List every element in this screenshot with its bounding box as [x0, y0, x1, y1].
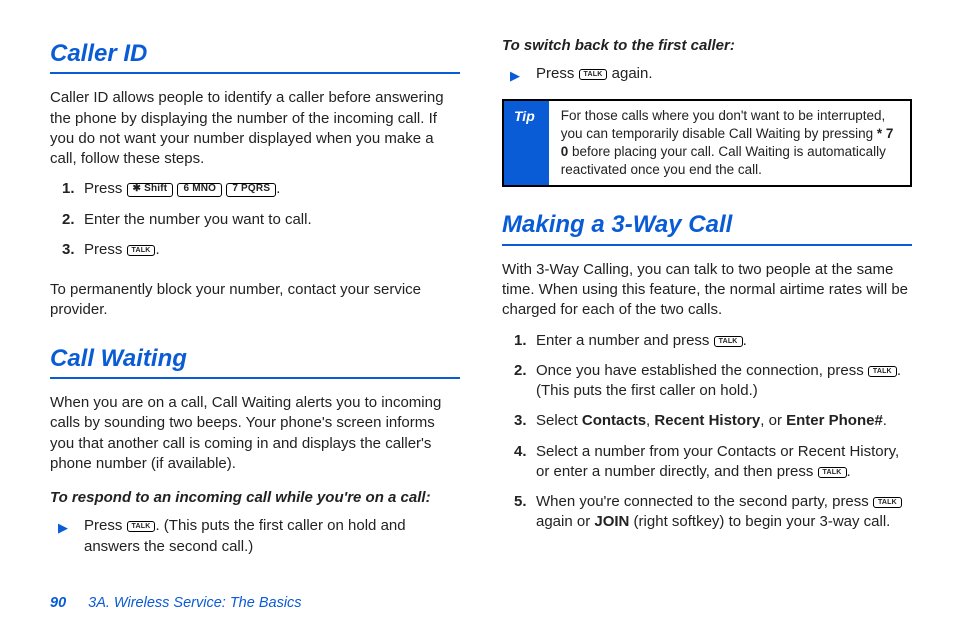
call-waiting-intro: When you are on a call, Call Waiting ale…: [50, 393, 460, 474]
key-talk-icon: TALK: [127, 245, 156, 256]
caller-id-intro: Caller ID allows people to identify a ca…: [50, 88, 460, 169]
arrow-icon: ▶: [58, 519, 68, 537]
step-text: Press: [84, 517, 127, 534]
step-text: Press: [84, 241, 127, 258]
caller-id-steps: Press ✱ Shift 6 MNO 7 PQRS. Enter the nu…: [66, 179, 460, 270]
step-text: (right softkey) to begin your 3-way call…: [629, 513, 890, 530]
tip-box: Tip For those calls where you don't want…: [502, 99, 912, 188]
key-7-icon: 7 PQRS: [226, 183, 276, 197]
tip-text-c: before placing your call. Call Waiting i…: [561, 144, 886, 177]
heading-caller-id: Caller ID: [50, 38, 460, 74]
step-text: Press: [536, 65, 579, 82]
step-text: .: [883, 412, 887, 429]
step-text: .: [155, 241, 159, 258]
subhead-respond: To respond to an incoming call while you…: [50, 488, 460, 508]
key-talk-icon: TALK: [714, 336, 743, 347]
opt-enterphone: Enter Phone#: [786, 412, 883, 429]
page-columns: Caller ID Caller ID allows people to ide…: [50, 32, 912, 572]
key-6-icon: 6 MNO: [177, 183, 222, 197]
threeway-steps: Enter a number and press TALK. Once you …: [518, 331, 912, 543]
list-item: Press ✱ Shift 6 MNO 7 PQRS.: [66, 179, 460, 199]
arrow-item-switch: ▶ Press TALK again.: [502, 64, 912, 84]
arrow-item-respond: ▶ Press TALK. (This puts the first calle…: [50, 516, 460, 557]
list-item: Press TALK.: [66, 240, 460, 260]
heading-call-waiting: Call Waiting: [50, 343, 460, 379]
page-footer: 90 3A. Wireless Service: The Basics: [50, 594, 302, 614]
step-text: .: [847, 463, 851, 480]
step-text: .: [743, 332, 747, 349]
step-text: Once you have established the connection…: [536, 362, 868, 379]
tip-text: For those calls where you don't want to …: [549, 101, 910, 186]
tip-text-a: For those calls where you don't want to …: [561, 108, 886, 141]
step-text: , or: [760, 412, 786, 429]
subhead-switch: To switch back to the first caller:: [502, 36, 912, 56]
list-item: When you're connected to the second part…: [518, 492, 912, 533]
step-text: Enter a number and press: [536, 332, 714, 349]
step-text: again or: [536, 513, 594, 530]
key-talk-icon: TALK: [579, 69, 608, 80]
step-text: .: [276, 180, 280, 197]
tip-label: Tip: [504, 101, 549, 186]
heading-3way: Making a 3-Way Call: [502, 209, 912, 245]
key-talk-icon: TALK: [868, 366, 897, 377]
list-item: Select a number from your Contacts or Re…: [518, 442, 912, 483]
list-item: Enter the number you want to call.: [66, 210, 460, 230]
opt-contacts: Contacts: [582, 412, 646, 429]
key-star-icon: ✱ Shift: [127, 183, 174, 197]
key-talk-icon: TALK: [818, 467, 847, 478]
list-item: Enter a number and press TALK.: [518, 331, 912, 351]
list-item: Once you have established the connection…: [518, 361, 912, 402]
caller-id-note: To permanently block your number, contac…: [50, 280, 460, 321]
page-number: 90: [50, 595, 66, 611]
step-text: When you're connected to the second part…: [536, 493, 873, 510]
step-text: Press: [84, 180, 127, 197]
step-text: again.: [607, 65, 652, 82]
key-talk-icon: TALK: [873, 497, 902, 508]
right-column: To switch back to the first caller: ▶ Pr…: [502, 32, 912, 572]
list-item: Select Contacts, Recent History, or Ente…: [518, 411, 912, 431]
arrow-icon: ▶: [510, 67, 520, 85]
opt-join: JOIN: [594, 513, 629, 530]
threeway-intro: With 3-Way Calling, you can talk to two …: [502, 260, 912, 321]
key-talk-icon: TALK: [127, 521, 156, 532]
footer-title: 3A. Wireless Service: The Basics: [88, 595, 301, 611]
opt-recent: Recent History: [654, 412, 760, 429]
step-text: Select: [536, 412, 582, 429]
left-column: Caller ID Caller ID allows people to ide…: [50, 32, 460, 572]
